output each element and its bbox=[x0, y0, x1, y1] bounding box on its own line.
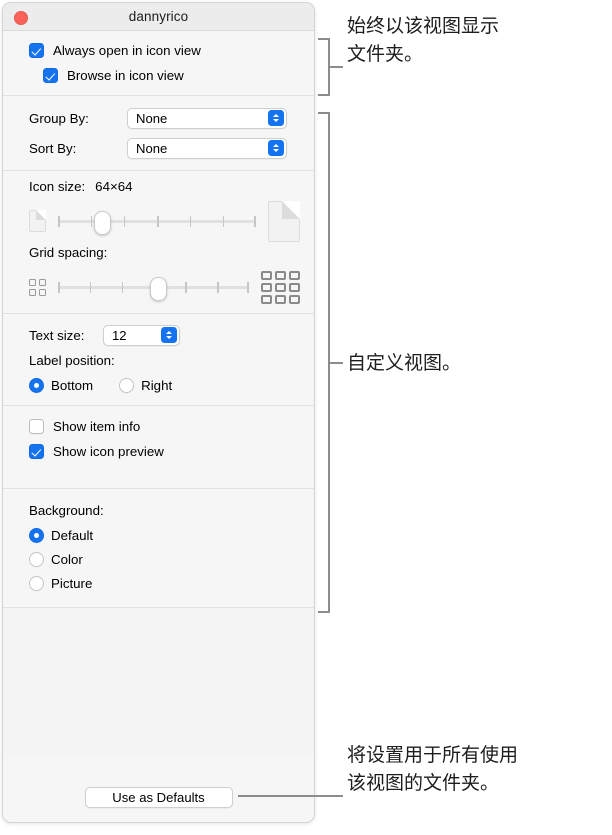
window-title: dannyrico bbox=[128, 9, 189, 24]
background-color-label: Color bbox=[51, 551, 83, 567]
browse-in-icon-view-checkbox[interactable] bbox=[43, 68, 58, 83]
background-default-radio[interactable] bbox=[29, 527, 44, 543]
icon-size-slider-row bbox=[29, 200, 300, 242]
text-size-value: 12 bbox=[112, 327, 127, 343]
callout-leader-3 bbox=[238, 795, 343, 797]
show-icon-preview-checkbox[interactable] bbox=[29, 444, 44, 459]
sort-by-popup[interactable]: None bbox=[127, 137, 287, 159]
icon-size-value: 64×64 bbox=[95, 179, 133, 194]
label-position-bottom-radio[interactable] bbox=[29, 377, 44, 393]
section-arrange: Group By: None Sort By: None bbox=[3, 96, 314, 171]
callout-text-2: 自定义视图。 bbox=[347, 352, 462, 374]
grid-spacing-slider-row bbox=[29, 267, 300, 307]
small-grid-icon bbox=[29, 278, 46, 296]
icon-size-slider-thumb[interactable] bbox=[94, 211, 112, 235]
callout-text-1: 始终以该视图显示 文件夹。 bbox=[347, 15, 500, 65]
small-document-icon bbox=[29, 210, 46, 232]
text-size-popup[interactable]: 12 bbox=[103, 324, 180, 346]
always-open-checkbox[interactable] bbox=[29, 43, 44, 58]
show-icon-preview-row[interactable]: Show icon preview bbox=[29, 439, 300, 464]
background-picture-row[interactable]: Picture bbox=[29, 571, 300, 595]
group-by-label: Group By: bbox=[29, 110, 89, 126]
label-position-label: Label position: bbox=[29, 353, 115, 368]
group-by-popup[interactable]: None bbox=[127, 107, 287, 129]
section-size: Icon size: 64×64 Grid spacing: bbox=[3, 171, 314, 314]
background-picture-radio[interactable] bbox=[29, 575, 44, 591]
sort-by-row: Sort By: None bbox=[29, 133, 300, 163]
close-icon[interactable] bbox=[14, 11, 28, 25]
label-position-right-label: Right bbox=[141, 377, 173, 393]
text-size-label: Text size: bbox=[29, 327, 85, 343]
callout-leader-2 bbox=[329, 362, 343, 364]
background-default-label: Default bbox=[51, 527, 94, 543]
group-by-row: Group By: None bbox=[29, 103, 300, 133]
browse-in-icon-view-label: Browse in icon view bbox=[67, 68, 184, 83]
section-text: Text size: 12 Label position: Bottom Rig… bbox=[3, 314, 314, 406]
label-position-bottom-label: Bottom bbox=[51, 377, 94, 393]
chevron-updown-icon[interactable] bbox=[268, 140, 284, 156]
always-open-in-icon-view-row[interactable]: Always open in icon view bbox=[29, 38, 300, 63]
use-as-defaults-button[interactable]: Use as Defaults bbox=[84, 787, 233, 808]
section-icon-view: Always open in icon view Browse in icon … bbox=[3, 31, 314, 96]
grid-spacing-slider[interactable] bbox=[58, 272, 249, 302]
always-open-label: Always open in icon view bbox=[53, 43, 201, 58]
section-info: Show item info Show icon preview bbox=[3, 406, 314, 489]
icon-size-title: Icon size: 64×64 bbox=[29, 179, 300, 201]
label-position-radio-group: Bottom Right bbox=[29, 373, 300, 397]
view-options-window: dannyrico Always open in icon view Brows… bbox=[2, 2, 315, 823]
show-item-info-row[interactable]: Show item info bbox=[29, 414, 300, 439]
label-position-right-radio[interactable] bbox=[119, 377, 135, 393]
show-item-info-label: Show item info bbox=[53, 419, 141, 434]
background-default-row[interactable]: Default bbox=[29, 523, 300, 547]
sort-by-label: Sort By: bbox=[29, 140, 77, 156]
grid-spacing-title: Grid spacing: bbox=[29, 245, 300, 267]
sort-by-value: None bbox=[136, 140, 168, 156]
icon-size-slider[interactable] bbox=[58, 206, 256, 236]
text-size-row: Text size: 12 bbox=[29, 321, 300, 349]
empty-area bbox=[3, 608, 314, 758]
grid-spacing-label: Grid spacing: bbox=[29, 245, 108, 260]
show-icon-preview-label: Show icon preview bbox=[53, 444, 164, 459]
group-by-value: None bbox=[136, 110, 168, 126]
window-titlebar: dannyrico bbox=[3, 3, 314, 31]
large-grid-icon bbox=[261, 270, 300, 304]
show-item-info-checkbox[interactable] bbox=[29, 419, 44, 434]
footer-bar: Use as Defaults bbox=[3, 787, 314, 808]
browse-in-icon-view-row[interactable]: Browse in icon view bbox=[29, 63, 300, 88]
background-label: Background: bbox=[29, 503, 104, 518]
callout-text-3: 将设置用于所有使用 该视图的文件夹。 bbox=[347, 744, 519, 794]
chevron-updown-icon[interactable] bbox=[161, 327, 177, 343]
callout-leader-1 bbox=[329, 66, 343, 68]
background-picture-label: Picture bbox=[51, 575, 93, 591]
background-color-row[interactable]: Color bbox=[29, 547, 300, 571]
background-color-radio[interactable] bbox=[29, 551, 44, 567]
chevron-updown-icon[interactable] bbox=[268, 110, 284, 126]
large-document-icon bbox=[268, 200, 300, 242]
icon-size-label: Icon size: bbox=[29, 179, 86, 194]
grid-spacing-slider-thumb[interactable] bbox=[149, 277, 167, 301]
section-background: Background: Default Color Picture bbox=[3, 489, 314, 608]
